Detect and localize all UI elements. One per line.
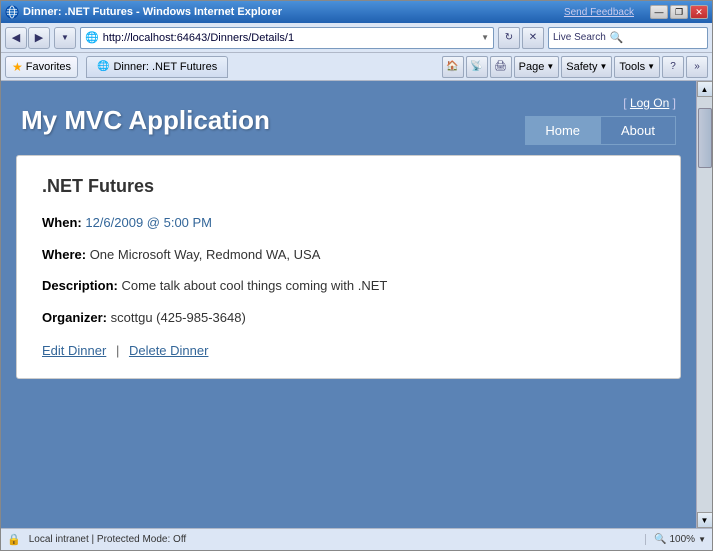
status-text: Local intranet | Protected Mode: Off (29, 534, 637, 545)
favorites-label: Favorites (26, 61, 71, 73)
rss-icon-btn[interactable]: 📡 (466, 56, 488, 78)
address-bar[interactable]: 🌐 http://localhost:64643/Dinners/Details… (80, 27, 494, 49)
address-dropdown[interactable]: ▼ (481, 33, 489, 42)
app-header: My MVC Application [ Log On ] Home About (1, 81, 696, 155)
window-controls: — ❐ ✕ (650, 5, 708, 19)
page-dropdown[interactable]: Page ▼ (514, 56, 560, 78)
safety-chevron: ▼ (599, 62, 607, 71)
star-icon: ★ (12, 60, 23, 74)
toolbar-row: ★ Favorites 🌐 Dinner: .NET Futures 🏠 📡 🖨… (1, 53, 712, 81)
toolbar-icons: 🏠 📡 🖨 Page ▼ Safety ▼ Tools ▼ ? » (442, 56, 708, 78)
log-on-open: [ (623, 96, 630, 110)
restore-button[interactable]: ❐ (670, 5, 688, 19)
refresh-button[interactable]: ↻ (498, 27, 520, 49)
organizer-value: scottgu (425-985-3648) (111, 310, 246, 325)
favorites-button[interactable]: ★ Favorites (5, 56, 78, 78)
scroll-up-button[interactable]: ▲ (697, 81, 713, 97)
header-right: [ Log On ] Home About (525, 96, 676, 145)
page-content: My MVC Application [ Log On ] Home About… (1, 81, 696, 528)
safety-dropdown[interactable]: Safety ▼ (561, 56, 612, 78)
nav-buttons: ◀ ▶ (5, 27, 50, 49)
dinner-card: .NET Futures When: 12/6/2009 @ 5:00 PM W… (16, 155, 681, 379)
when-label: When: (42, 215, 82, 230)
close-button[interactable]: ✕ (690, 5, 708, 19)
tab-title: Dinner: .NET Futures (113, 61, 217, 73)
title-bar: Dinner: .NET Futures - Windows Internet … (1, 1, 712, 23)
zoom-icon: 🔍 (654, 534, 666, 545)
action-separator: | (116, 343, 119, 358)
log-on-close: ] (673, 96, 676, 110)
dropdown-button[interactable]: ▼ (54, 27, 76, 49)
description-row: Description: Come talk about cool things… (42, 276, 655, 296)
when-value: 12/6/2009 @ 5:00 PM (85, 215, 212, 230)
scrollbar-thumb[interactable] (698, 108, 712, 168)
address-bar-row: ◀ ▶ ▼ 🌐 http://localhost:64643/Dinners/D… (1, 23, 712, 53)
status-icon: 🔒 (7, 533, 21, 546)
tools-dropdown[interactable]: Tools ▼ (614, 56, 660, 78)
log-on-link[interactable]: Log On (630, 96, 669, 110)
zoom-section: 🔍 100% ▼ (645, 534, 706, 545)
when-row: When: 12/6/2009 @ 5:00 PM (42, 213, 655, 233)
refresh-stop: ↻ ✕ (498, 27, 544, 49)
tools-label: Tools (619, 61, 645, 73)
tools-chevron: ▼ (647, 62, 655, 71)
description-value: Come talk about cool things coming with … (121, 278, 387, 293)
zoom-level: 100% (670, 534, 696, 545)
forward-button[interactable]: ▶ (28, 27, 50, 49)
browser-window: Dinner: .NET Futures - Windows Internet … (0, 0, 713, 551)
about-nav-tab[interactable]: About (600, 116, 676, 145)
stop-button[interactable]: ✕ (522, 27, 544, 49)
back-button[interactable]: ◀ (5, 27, 27, 49)
page-label: Page (519, 61, 545, 73)
ie-icon (5, 5, 19, 19)
app-title: My MVC Application (21, 105, 270, 136)
print-icon-btn[interactable]: 🖨 (490, 56, 512, 78)
where-label: Where: (42, 247, 86, 262)
where-value: One Microsoft Way, Redmond WA, USA (90, 247, 321, 262)
safety-label: Safety (566, 61, 597, 73)
content-area: My MVC Application [ Log On ] Home About… (1, 81, 712, 528)
minimize-button[interactable]: — (650, 5, 668, 19)
home-nav-tab[interactable]: Home (525, 116, 600, 145)
home-icon-btn[interactable]: 🏠 (442, 56, 464, 78)
help-icon-btn[interactable]: ? (662, 56, 684, 78)
dinner-title: .NET Futures (42, 176, 655, 197)
tab-ie-icon: 🌐 (97, 61, 109, 72)
description-label: Description: (42, 278, 118, 293)
status-bar: 🔒 Local intranet | Protected Mode: Off 🔍… (1, 528, 712, 550)
where-row: Where: One Microsoft Way, Redmond WA, US… (42, 245, 655, 265)
scrollbar-track[interactable] (697, 97, 713, 512)
zoom-chevron[interactable]: ▼ (698, 535, 706, 544)
log-on-container: [ Log On ] (623, 96, 676, 110)
organizer-label: Organizer: (42, 310, 107, 325)
ie-address-icon: 🌐 (85, 31, 99, 44)
delete-dinner-link[interactable]: Delete Dinner (129, 343, 209, 358)
dinner-actions: Edit Dinner | Delete Dinner (42, 343, 655, 358)
edit-dinner-link[interactable]: Edit Dinner (42, 343, 106, 358)
scrollbar: ▲ ▼ (696, 81, 712, 528)
tab-bar: 🌐 Dinner: .NET Futures (86, 56, 228, 78)
page-chevron: ▼ (546, 62, 554, 71)
address-text: http://localhost:64643/Dinners/Details/1 (103, 32, 477, 44)
title-bar-left: Dinner: .NET Futures - Windows Internet … (5, 5, 282, 19)
scroll-down-button[interactable]: ▼ (697, 512, 713, 528)
search-icon[interactable]: 🔍 (610, 31, 624, 44)
nav-buttons-bar: Home About (525, 116, 676, 145)
live-search-label: Live Search (553, 32, 606, 43)
browser-title: Dinner: .NET Futures - Windows Internet … (23, 6, 282, 18)
browser-tab[interactable]: 🌐 Dinner: .NET Futures (86, 56, 228, 78)
organizer-row: Organizer: scottgu (425-985-3648) (42, 308, 655, 328)
more-icon-btn[interactable]: » (686, 56, 708, 78)
send-feedback-link[interactable]: Send Feedback (564, 7, 634, 18)
search-box[interactable]: Live Search 🔍 (548, 27, 708, 49)
